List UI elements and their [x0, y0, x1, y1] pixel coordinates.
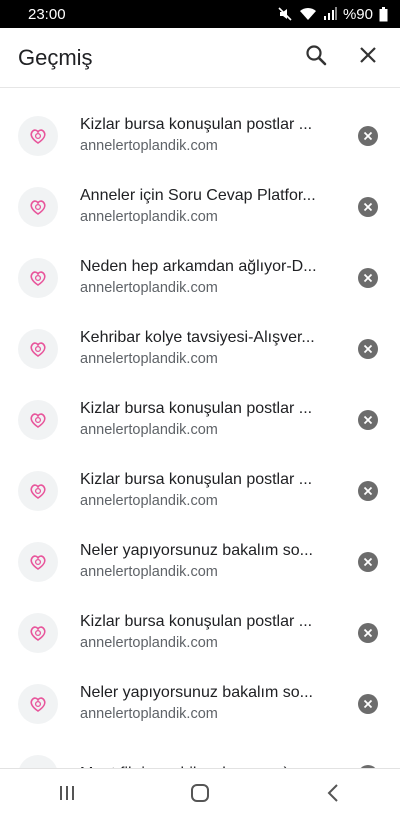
remove-item-button[interactable] — [358, 196, 378, 217]
history-item-title: Neler yapıyorsunuz bakalım so... — [80, 542, 313, 559]
status-time: 23:00 — [28, 5, 66, 23]
back-button[interactable] — [303, 774, 363, 818]
site-favicon-icon — [18, 399, 58, 440]
history-item-url: annelertoplandik.com — [80, 635, 218, 651]
history-item-url: annelertoplandik.com — [80, 706, 218, 722]
history-item-url: annelertoplandik.com — [80, 280, 218, 296]
site-favicon-icon — [18, 115, 58, 156]
history-item-url: annelertoplandik.com — [80, 209, 218, 225]
home-button[interactable] — [170, 774, 230, 818]
remove-icon — [363, 131, 373, 140]
remove-icon — [363, 486, 373, 495]
remove-icon — [363, 699, 373, 708]
site-favicon-icon — [18, 328, 58, 369]
history-item-title: Kizlar bursa konuşulan postlar ... — [80, 400, 313, 417]
site-favicon-icon — [18, 186, 58, 227]
remove-item-button[interactable] — [358, 125, 378, 146]
history-item-url: annelertoplandik.com — [80, 351, 218, 367]
battery-text: %90 — [342, 5, 373, 23]
history-item[interactable]: Kizlar bursa konuşulan postlar ... annel… — [0, 384, 400, 455]
history-item-title: Kizlar bursa konuşulan postlar ... — [80, 613, 313, 630]
close-button[interactable] — [342, 32, 394, 84]
wifi-icon — [299, 7, 317, 21]
remove-item-button[interactable] — [358, 693, 378, 714]
history-item-title: Kehribar kolye tavsiyesi-Alışver... — [80, 329, 315, 346]
home-icon — [190, 784, 210, 807]
site-favicon-icon — [18, 612, 58, 653]
history-item[interactable]: Kizlar bursa konuşulan postlar ... annel… — [0, 597, 400, 668]
history-item[interactable]: Kizlar bursa konuşulan postlar ... annel… — [0, 100, 400, 171]
battery-icon — [379, 6, 388, 22]
history-item-url: annelertoplandik.com — [80, 422, 218, 438]
remove-item-button[interactable] — [358, 338, 378, 359]
site-favicon-icon — [18, 683, 58, 724]
search-icon — [305, 44, 327, 71]
app-bar: Geçmiş — [0, 28, 400, 88]
remove-item-button[interactable] — [358, 480, 378, 501]
signal-icon — [323, 7, 337, 21]
history-item-url: annelertoplandik.com — [80, 493, 218, 509]
remove-icon — [363, 202, 373, 211]
history-item-title: Anneler için Soru Cevap Platfor... — [80, 187, 316, 204]
site-favicon-icon — [18, 470, 58, 511]
mute-icon — [277, 6, 293, 22]
recent-apps-icon — [58, 784, 76, 807]
history-item-title: Kizlar bursa konuşulan postlar ... — [80, 116, 313, 133]
system-nav-bar — [0, 768, 400, 822]
remove-icon — [363, 628, 373, 637]
recent-apps-button[interactable] — [37, 774, 97, 818]
history-item[interactable]: Kehribar kolye tavsiyesi-Alışver... anne… — [0, 313, 400, 384]
history-item-title: Neler yapıyorsunuz bakalım so... — [80, 684, 313, 701]
remove-item-button[interactable] — [358, 622, 378, 643]
history-item-url: annelertoplandik.com — [80, 138, 218, 154]
remove-item-button[interactable] — [358, 551, 378, 572]
remove-item-button[interactable] — [358, 267, 378, 288]
remove-icon — [363, 415, 373, 424]
site-favicon-icon — [18, 541, 58, 582]
search-button[interactable] — [290, 32, 342, 84]
history-item-url: annelertoplandik.com — [80, 564, 218, 580]
history-item[interactable]: Neden hep arkamdan ağlıyor-D... annelert… — [0, 242, 400, 313]
status-icons: %90 — [277, 6, 388, 23]
history-item[interactable]: Neler yapıyorsunuz bakalım so... anneler… — [0, 668, 400, 739]
page-title: Geçmiş — [18, 44, 93, 70]
remove-icon — [363, 557, 373, 566]
history-item[interactable]: Anneler için Soru Cevap Platfor... annel… — [0, 171, 400, 242]
remove-icon — [363, 344, 373, 353]
back-icon — [327, 784, 339, 807]
site-favicon-icon — [18, 257, 58, 298]
history-item-title: Kizlar bursa konuşulan postlar ... — [80, 471, 313, 488]
history-item-title: Neden hep arkamdan ağlıyor-D... — [80, 258, 317, 275]
history-item[interactable]: Kizlar bursa konuşulan postlar ... annel… — [0, 455, 400, 526]
remove-item-button[interactable] — [358, 409, 378, 430]
status-bar: 23:00 %90 — [0, 0, 400, 28]
history-item[interactable]: Neler yapıyorsunuz bakalım so... anneler… — [0, 526, 400, 597]
close-icon — [359, 46, 377, 69]
remove-icon — [363, 273, 373, 282]
history-list: Kizlar bursa konuşulan postlar ... annel… — [0, 100, 400, 810]
